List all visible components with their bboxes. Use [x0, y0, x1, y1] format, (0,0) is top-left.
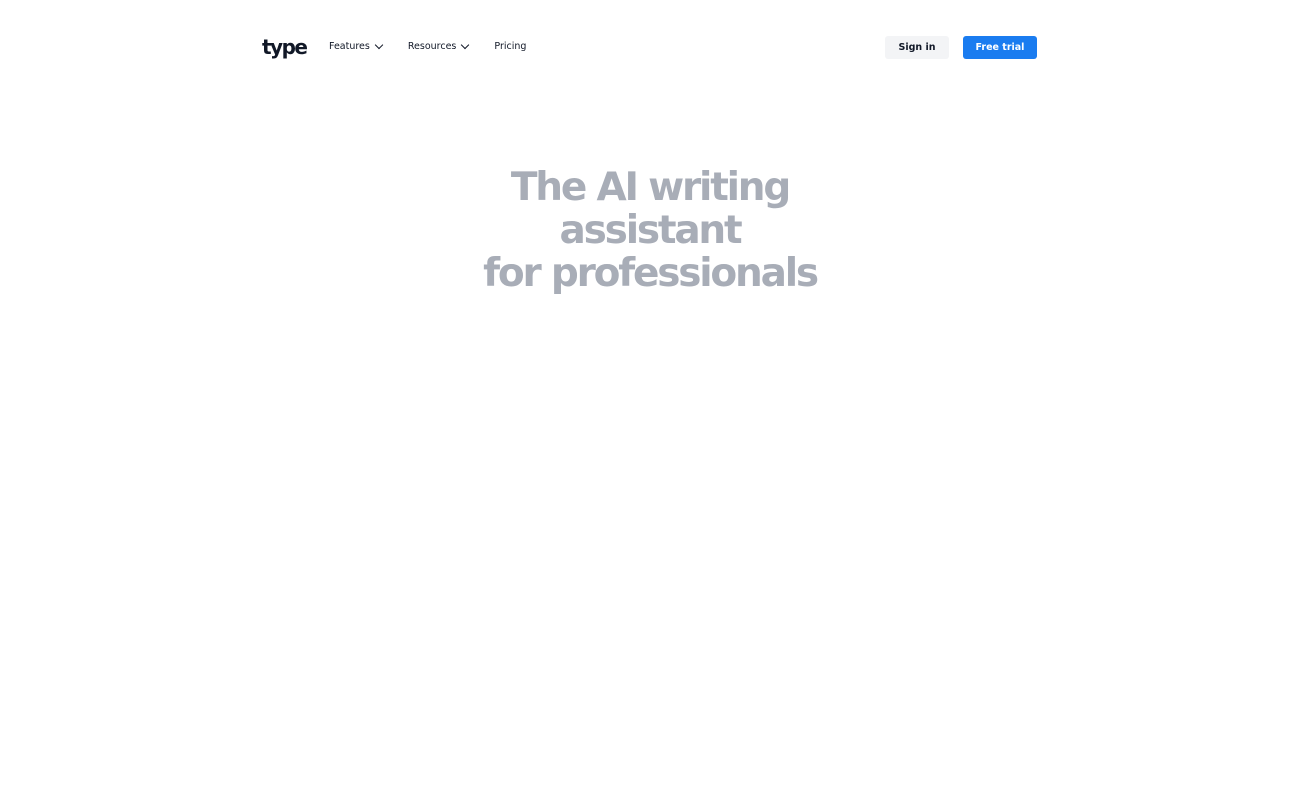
chevron-down-icon	[461, 40, 470, 50]
nav-resources-label: Resources	[407, 41, 457, 52]
chevron-down-icon	[374, 40, 384, 50]
hero-headline-line2: for professionals	[483, 251, 819, 296]
nav-actions: Sign in Free trial	[885, 36, 1037, 59]
nav-features[interactable]: Features	[329, 40, 384, 52]
hero-eyebrow	[0, 148, 1300, 160]
nav-features-label: Features	[329, 41, 370, 52]
sign-in-button[interactable]: Sign in	[885, 36, 949, 59]
nav-pricing[interactable]: Pricing	[494, 41, 526, 52]
nav-pricing-label: Pricing	[494, 41, 527, 52]
page: type Features Resources Pricing Sign in …	[0, 0, 1300, 788]
nav-resources[interactable]: Resources	[407, 40, 470, 52]
type-logo[interactable]: type	[262, 36, 308, 58]
nav-links: Features Resources Pricing	[329, 40, 552, 52]
free-trial-button[interactable]: Free trial	[963, 36, 1037, 59]
hero-section: The AI writing assistant for professiona…	[0, 148, 1300, 313]
top-navigation: type Features Resources Pricing Sign in …	[262, 36, 1037, 60]
hero-headline-line1: The AI writing assistant	[510, 165, 791, 253]
hero-headline: The AI writing assistant for professiona…	[420, 166, 880, 295]
